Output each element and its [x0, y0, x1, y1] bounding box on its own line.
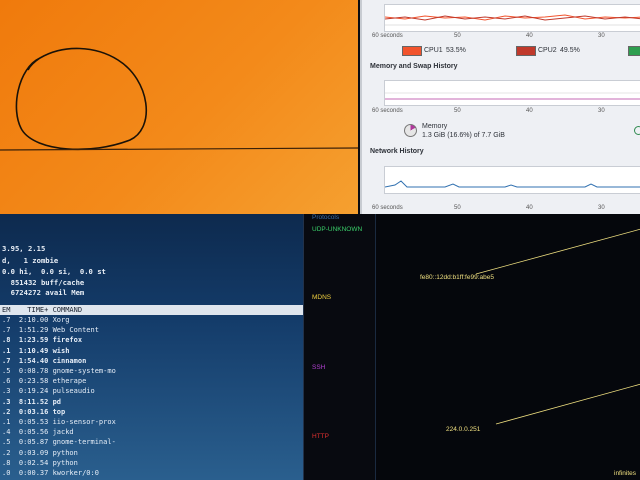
process-row: .8 0:02.54 python [2, 458, 78, 467]
link-line [475, 228, 640, 275]
process-row: .1 1:10.49 wish [2, 346, 70, 355]
network-time-label: 60 seconds [372, 205, 403, 211]
drawing-canvas[interactable] [0, 0, 358, 214]
process-row: .3 8:11.52 pd [2, 397, 62, 406]
protocol-list-panel: Protocols UDP-UNKNOWN MDNS SSH HTTP [303, 214, 376, 480]
process-row: .0 0:00.37 kworker/0:0 [2, 469, 99, 477]
memory-value: 1.3 GiB (16.6%) of 7.7 GiB [422, 132, 505, 139]
protocol-ssh: SSH [312, 364, 326, 371]
cpu1-value: 53.5% [446, 47, 466, 54]
process-row: .5 0:05.87 gnome-terminal- [2, 438, 116, 447]
process-table-header-text: EM TIME+ COMMAND [2, 306, 83, 314]
network-tick: 40 [526, 205, 533, 211]
cpu-time-label: 60 seconds [372, 33, 403, 39]
terminal-line: 0.0 hi, 0.0 si, 0.0 st [2, 267, 106, 276]
cpu2-color-swatch[interactable] [516, 46, 536, 56]
network-tick: 30 [598, 205, 605, 211]
cpu3-color-swatch[interactable] [628, 46, 640, 56]
process-row: .5 0:08.78 gnome-system-mo [2, 367, 116, 375]
cpu2-label: CPU2 [538, 47, 557, 54]
link-line [495, 383, 640, 425]
memory-history-graph [384, 80, 640, 106]
cpu-tick: 50 [454, 33, 461, 39]
hand-drawn-circle [15, 47, 147, 151]
process-row: .7 1:51.29 Web Content [2, 326, 99, 335]
memory-label: Memory [422, 123, 448, 130]
memory-pie-icon[interactable] [404, 124, 417, 137]
terminal-line: 3.95, 2.15 [2, 244, 46, 253]
process-row: .7 2:10.00 Xorg [2, 316, 70, 324]
top-terminal-window[interactable]: 3.95, 2.15 d, 1 zombie 0.0 hi, 0.0 si, 0… [0, 214, 303, 480]
cpu-tick: 40 [526, 33, 533, 39]
network-history-graph [384, 166, 640, 194]
memory-time-label: 60 seconds [372, 108, 403, 114]
process-row: .1 0:05.53 iio-sensor-prox [2, 418, 116, 426]
cpu-history-graph [384, 4, 640, 32]
swap-radio-icon[interactable] [634, 126, 640, 135]
network-map-canvas[interactable]: fe80::12dd:b1ff:fe99:abe5 224.0.0.251 in… [375, 214, 640, 480]
process-row: .4 0:05.56 jackd [2, 428, 74, 437]
process-row: .2 0:03.16 top [2, 407, 66, 416]
host-node-multicast[interactable]: 224.0.0.251 [446, 426, 480, 433]
protocols-header: Protocols [312, 214, 340, 221]
cpu1-label: CPU1 [424, 47, 443, 54]
memory-tick: 40 [526, 108, 533, 114]
process-row: .6 0:23.58 etherape [2, 377, 87, 386]
cpu2-value: 49.5% [560, 47, 580, 54]
process-row: .2 0:03.09 python [2, 448, 78, 457]
network-tick: 50 [454, 205, 461, 211]
memory-section-title: Memory and Swap History [370, 63, 458, 70]
cpu1-color-swatch[interactable] [402, 46, 422, 56]
system-monitor-window: 60 seconds 50 40 30 CPU1 53.5% CPU2 49.5… [360, 0, 640, 214]
process-row: .7 1:54.40 cinnamon [2, 356, 87, 365]
network-section-title: Network History [370, 148, 424, 155]
protocol-http: HTTP [312, 433, 329, 440]
process-table-header: EM TIME+ COMMAND [0, 305, 303, 315]
protocol-udp-unknown: UDP-UNKNOWN [312, 226, 363, 233]
memory-tick: 50 [454, 108, 461, 114]
memory-tick: 30 [598, 108, 605, 114]
terminal-line: 851432 buff/cache [2, 278, 85, 287]
host-node-ipv6[interactable]: fe80::12dd:b1ff:fe99:abe5 [420, 274, 494, 281]
process-row: .3 0:19.24 pulseaudio [2, 387, 95, 396]
cpu-tick: 30 [598, 33, 605, 39]
hand-drawn-line [0, 147, 358, 151]
host-node-infinites[interactable]: infinites [614, 470, 636, 477]
drawing-canvas-window[interactable] [0, 0, 358, 214]
process-row: .8 1:23.59 firefox [2, 336, 83, 345]
terminal-line: 6724272 avail Mem [2, 288, 85, 297]
terminal-line: d, 1 zombie [2, 256, 59, 265]
protocol-mdns: MDNS [312, 294, 332, 301]
